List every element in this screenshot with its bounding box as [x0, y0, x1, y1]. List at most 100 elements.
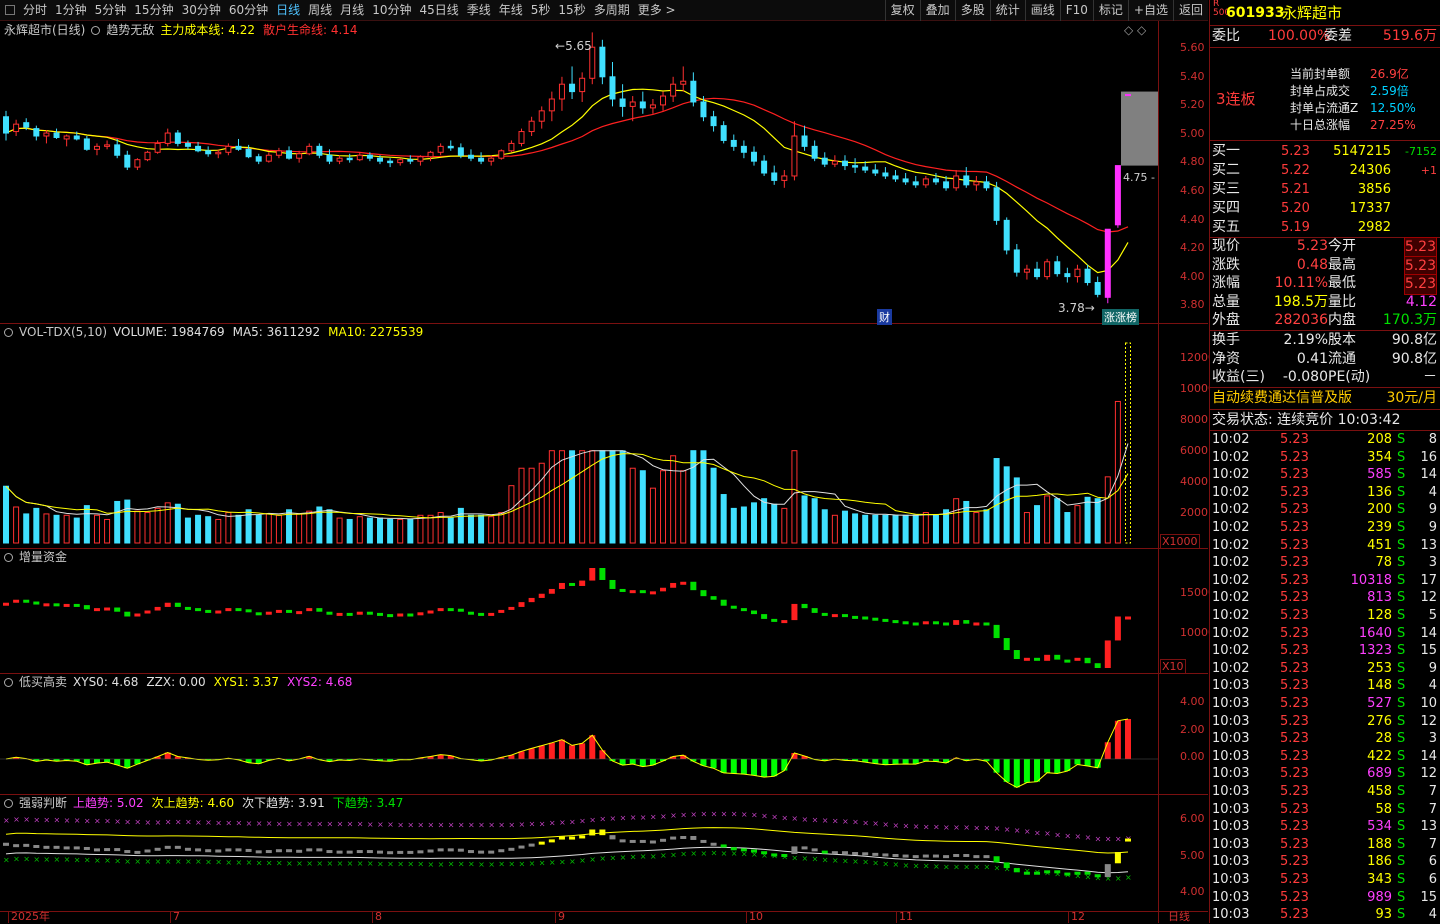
strength-bar[interactable]	[84, 847, 90, 850]
fund-bar[interactable]	[670, 583, 676, 588]
fund-bar[interactable]	[640, 590, 646, 593]
strength-bar[interactable]	[246, 849, 252, 852]
volume-bar[interactable]	[570, 451, 575, 543]
strength-bar[interactable]	[438, 848, 444, 851]
tick-row[interactable]: 10:025.2310318S17	[1210, 572, 1440, 590]
candle[interactable]	[14, 120, 19, 136]
fund-bar[interactable]	[852, 616, 858, 619]
strength-bar[interactable]	[529, 844, 535, 847]
volume-bar[interactable]	[873, 515, 878, 543]
fund-bar[interactable]	[23, 600, 29, 603]
candle[interactable]	[883, 167, 888, 179]
strength-bar[interactable]	[731, 847, 737, 850]
lbhs-bar[interactable]	[640, 759, 646, 767]
tick-row[interactable]: 10:035.23527S10	[1210, 695, 1440, 713]
volume-bar[interactable]	[822, 510, 827, 543]
volume-bar[interactable]	[216, 519, 221, 543]
strength-bar[interactable]	[134, 851, 140, 854]
fund-bar[interactable]	[326, 612, 332, 615]
strength-bar[interactable]	[175, 846, 181, 849]
candle[interactable]	[792, 121, 797, 180]
strength-bar[interactable]	[862, 852, 868, 855]
lbhs-bar[interactable]	[1074, 759, 1080, 764]
volume-bar[interactable]	[327, 510, 332, 543]
candle[interactable]	[479, 152, 484, 164]
menu-square-icon[interactable]	[5, 5, 15, 15]
tick-row[interactable]: 10:025.23128S5	[1210, 607, 1440, 625]
volume-bar[interactable]	[297, 514, 302, 543]
candle[interactable]	[903, 173, 908, 185]
fund-bar[interactable]	[822, 613, 828, 616]
toolbar-action-7[interactable]: +自选	[1128, 0, 1173, 21]
period-tab-11[interactable]: 季线	[463, 0, 495, 21]
fund-bar[interactable]	[33, 602, 39, 605]
period-tab-7[interactable]: 周线	[304, 0, 336, 21]
lbhs-bar[interactable]	[711, 759, 717, 768]
candle[interactable]	[185, 140, 190, 149]
candle[interactable]	[600, 40, 605, 84]
fund-bar[interactable]	[842, 614, 848, 617]
finance-tag[interactable]: 财	[877, 309, 892, 325]
strength-bar[interactable]	[741, 848, 747, 851]
candle[interactable]	[256, 154, 261, 164]
tick-row[interactable]: 10:025.23253S9	[1210, 660, 1440, 678]
candle[interactable]	[822, 152, 827, 167]
candle[interactable]	[832, 155, 837, 167]
volume-bar[interactable]	[691, 451, 696, 543]
strength-bar[interactable]	[104, 848, 110, 851]
strength-bar[interactable]	[711, 843, 717, 846]
fund-bar[interactable]	[751, 611, 757, 615]
fund-bar[interactable]	[802, 604, 808, 608]
fund-bar[interactable]	[893, 620, 899, 623]
candle[interactable]	[1004, 217, 1009, 254]
strength-bar[interactable]	[973, 855, 979, 858]
volume-bar[interactable]	[196, 515, 201, 543]
toolbar-action-5[interactable]: F10	[1060, 0, 1093, 21]
strength-bar[interactable]	[609, 835, 615, 839]
fund-bar[interactable]	[134, 614, 140, 617]
lbhs-bar[interactable]	[569, 745, 575, 759]
strength-bar[interactable]	[387, 851, 393, 854]
volume-bar[interactable]	[650, 488, 655, 543]
strength-bar[interactable]	[448, 848, 454, 851]
strength-bar[interactable]	[417, 850, 423, 853]
fund-bar[interactable]	[1024, 658, 1030, 661]
strength-bar[interactable]	[1034, 872, 1040, 875]
volume-bar[interactable]	[44, 514, 49, 543]
strength-bar[interactable]	[630, 840, 636, 843]
volume-bar[interactable]	[711, 468, 716, 543]
tick-row[interactable]: 10:035.23689S12	[1210, 765, 1440, 783]
strength-bar[interactable]	[559, 837, 565, 840]
volume-bar[interactable]	[893, 515, 898, 543]
volume-bar[interactable]	[1065, 513, 1070, 543]
candle[interactable]	[711, 111, 716, 132]
fund-bar[interactable]	[448, 608, 454, 611]
strength-bar[interactable]	[43, 846, 49, 849]
candlestick-chart[interactable]	[0, 21, 1208, 324]
volume-bar[interactable]	[236, 515, 241, 543]
fund-bar[interactable]	[286, 610, 292, 613]
fund-bar[interactable]	[690, 582, 696, 590]
strength-bar[interactable]	[235, 848, 241, 851]
candle[interactable]	[681, 66, 686, 91]
volume-bar[interactable]	[175, 504, 180, 543]
strength-bar[interactable]	[791, 846, 797, 854]
limit-up-tag[interactable]: 涨涨榜	[1102, 309, 1139, 325]
fund-bar[interactable]	[266, 612, 272, 615]
strength-bar[interactable]	[508, 848, 514, 851]
fund-bar[interactable]	[973, 622, 979, 625]
strength-bar[interactable]	[74, 846, 80, 849]
candle[interactable]	[640, 92, 645, 114]
volume-bar[interactable]	[398, 519, 403, 543]
candle[interactable]	[34, 126, 39, 141]
period-tab-16[interactable]: 更多 >	[634, 0, 680, 21]
candle[interactable]	[661, 92, 666, 111]
strength-bar[interactable]	[458, 849, 464, 852]
fund-bar[interactable]	[630, 590, 636, 593]
fund-bar[interactable]	[316, 608, 322, 612]
fund-bar[interactable]	[549, 589, 555, 594]
volume-bar[interactable]	[74, 518, 79, 543]
volume-bar[interactable]	[752, 503, 757, 543]
candle[interactable]	[347, 154, 352, 163]
volume-bar[interactable]	[54, 515, 59, 543]
